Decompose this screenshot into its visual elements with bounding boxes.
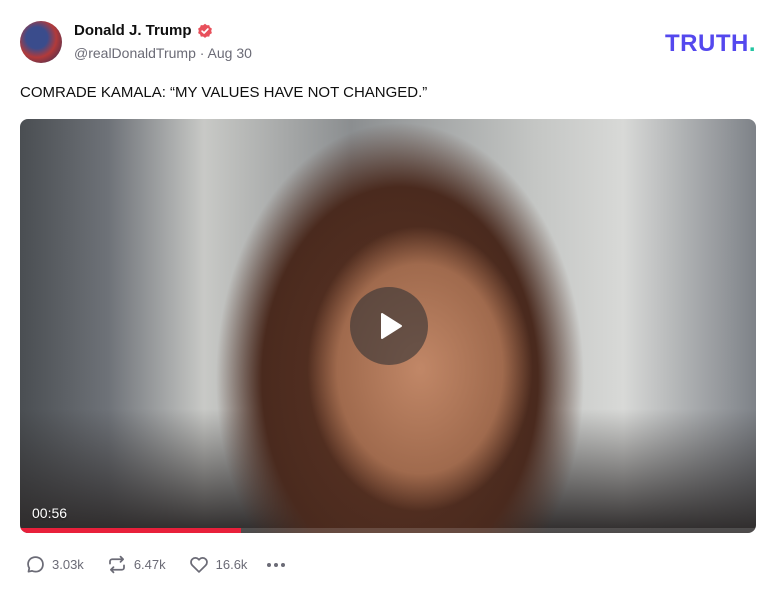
more-dot [274,562,279,567]
like-count: 16.6k [215,557,248,572]
video-progress-fill [20,528,241,533]
post-actions: 3.03k 6.47k 16.6k [25,554,286,575]
video-duration: 00:56 [32,505,68,521]
reply-count: 3.03k [52,557,84,572]
like-icon [189,557,208,573]
author-avatar[interactable] [20,21,62,63]
logo-text: TRUTH [665,30,749,57]
play-button[interactable] [350,287,428,365]
reply-icon [27,556,44,573]
video-progress-track[interactable] [20,528,756,533]
author-name-row: Donald J. Trump [74,22,252,39]
author-handle[interactable]: @realDonaldTrump [74,45,196,61]
post-text: COMRADE KAMALA: “MY VALUES HAVE NOT CHAN… [20,84,428,101]
author-meta: @realDonaldTrump · Aug 30 [74,45,252,61]
author-block: Donald J. Trump @realDonaldTrump · Aug 3… [74,22,252,61]
post-date[interactable]: Aug 30 [208,45,252,61]
reply-button[interactable]: 3.03k [25,554,84,575]
more-icon[interactable] [267,562,286,567]
like-button[interactable]: 16.6k [188,554,248,575]
retruth-count: 6.47k [133,557,166,572]
video-player[interactable]: 00:56 [20,119,756,533]
more-dot [267,562,272,567]
more-dot [281,562,286,567]
meta-separator: · [199,45,205,61]
author-name[interactable]: Donald J. Trump [74,22,192,39]
retruth-button[interactable]: 6.47k [106,554,166,575]
retruth-icon [108,555,125,574]
logo-dot: . [748,30,756,57]
verified-badge-icon [197,23,213,39]
truth-social-logo[interactable]: TRUTH. [665,30,756,58]
play-icon [381,313,402,339]
